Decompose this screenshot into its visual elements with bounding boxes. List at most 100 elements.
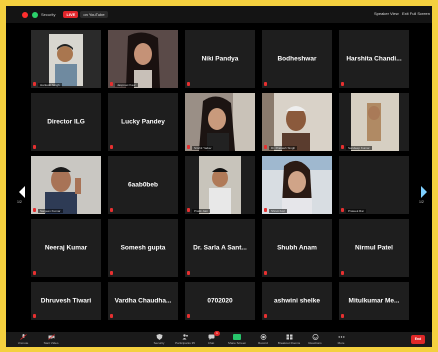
chat-button[interactable]: 1 Chat [198,331,224,347]
muted-mic-icon [264,314,267,318]
participant-name: Somesh gupta [120,244,166,252]
muted-mic-icon [264,82,267,86]
participant-video [185,93,255,151]
participant-tile[interactable]: Harkesh Singh [31,30,101,88]
share-screen-button[interactable]: Share Screen [224,332,250,347]
page-indicator-left: 1/2 [17,200,22,204]
shield-icon [156,334,162,340]
participant-tile[interactable]: Lucky Pandey [108,93,178,151]
next-page-icon[interactable] [421,186,427,198]
participant-name: Harshita Chandi... [346,55,402,63]
participant-caption: Prateek Rai [346,209,366,213]
reactions-button[interactable]: Reactions [302,332,328,347]
participant-tile[interactable]: Pratik Jain [185,156,255,214]
participant-caption: Pratik Jain [192,209,211,213]
unmute-button[interactable]: Unmute [10,332,36,347]
end-meeting-button[interactable]: End [411,335,425,344]
participants-count: 35 [191,341,195,345]
security-button[interactable]: Security [146,332,172,347]
participant-video [339,156,409,214]
participant-video [262,156,332,214]
participant-caption: Dr. Prakash Singh [269,146,298,150]
participant-name: Dr. Sarla A Sant... [193,244,247,252]
breakout-rooms-button[interactable]: Breakout Rooms [276,332,302,347]
top-bar: Security LIVE on YouTube Speaker View Ex… [6,6,432,23]
participant-name: Shubh Anam [277,244,317,252]
previous-page-icon[interactable] [19,186,25,198]
participant-name: Nirmul Patel [355,244,393,252]
participant-name: Vardha Chaudha... [114,297,172,305]
participant-tile[interactable]: Srishti Yadav [185,93,255,151]
smiley-icon [312,334,318,340]
muted-mic-icon [187,145,190,149]
participant-caption: Harkesh Singh [38,83,62,87]
participant-tile[interactable]: Shruti Kori [262,156,332,214]
participants-label: Participants 35 [175,341,195,345]
participant-tile[interactable]: Somesh gupta [108,219,178,277]
participant-tile[interactable]: Prateek Rai [339,156,409,214]
participant-tile[interactable]: Nirmul Patel [339,219,409,277]
muted-mic-icon [33,208,36,212]
participant-tile[interactable]: Jaspreet Kaur [108,30,178,88]
muted-mic-icon [110,271,113,275]
muted-mic-icon [187,208,190,212]
participant-name: ashwini shelke [274,297,320,305]
participants-button[interactable]: Participants 35 [172,332,198,347]
muted-mic-icon [110,208,113,212]
participant-tile[interactable]: Niki Pandya [185,30,255,88]
participant-caption: Jaspreet Kaur [115,83,138,87]
participant-tile[interactable]: Dhruvesh Tiwari [31,282,101,320]
breakout-rooms-icon [286,334,292,340]
meeting-controls-toolbar: Unmute Start Video Security Participants… [6,331,432,347]
microphone-muted-icon [19,334,27,340]
record-button[interactable]: Record [250,332,276,347]
more-button[interactable]: More [328,332,354,347]
muted-mic-icon [264,145,267,149]
live-on-youtube[interactable]: on YouTube [80,11,108,18]
participant-tile[interactable]: Sandeep Kumar [339,93,409,151]
muted-mic-icon [264,271,267,275]
muted-mic-icon [187,271,190,275]
participant-video [31,30,101,88]
participant-tile[interactable]: Harshita Chandi... [339,30,409,88]
participant-caption: Srishti Yadav [192,146,214,150]
participant-name: Neeraj Kumar [44,244,88,252]
participant-video [339,93,409,151]
participant-name: Lucky Pandey [121,118,165,126]
participant-tile[interactable]: Sanjeev Kumar [31,156,101,214]
participant-tile[interactable]: Dr. Sarla A Sant... [185,219,255,277]
participant-tile[interactable]: 0702020 [185,282,255,320]
security-shield-icon[interactable] [32,11,38,18]
participant-video [185,156,255,214]
zoom-window: Security LIVE on YouTube Speaker View Ex… [6,6,432,347]
participant-video [31,156,101,214]
security-label: Security [41,12,56,17]
participant-tile[interactable]: Director ILG [31,93,101,151]
participant-video [108,30,178,88]
muted-mic-icon [187,82,190,86]
participant-caption: Sandeep Kumar [346,146,372,150]
muted-mic-icon [341,314,344,318]
speaker-view-button[interactable]: Speaker View [374,11,399,16]
muted-mic-icon [341,82,344,86]
participant-tile[interactable]: 6aab0beb [108,156,178,214]
participant-name: Bodheshwar [277,55,317,63]
live-badge: LIVE [63,11,79,18]
muted-mic-icon [33,82,36,86]
participant-tile[interactable]: Neeraj Kumar [31,219,101,277]
participant-tile[interactable]: Shubh Anam [262,219,332,277]
muted-mic-icon [264,208,267,212]
participant-tile[interactable]: Vardha Chaudha... [108,282,178,320]
participant-video [262,93,332,151]
exit-full-screen-button[interactable]: Exit Full Screen [402,11,430,16]
gallery-grid: Harkesh Singh Jaspreet Kaur Niki Pandya … [31,30,409,320]
start-video-button[interactable]: Start Video [38,332,64,347]
participant-tile[interactable]: Mitulkumar Me... [339,282,409,320]
participant-tile[interactable]: ashwini shelke [262,282,332,320]
participant-tile[interactable]: Bodheshwar [262,30,332,88]
participant-name: 6aab0beb [128,181,158,189]
active-speaker-tile[interactable]: Dr. Prakash Singh [262,93,332,151]
record-indicator-icon [22,11,28,18]
muted-mic-icon [187,314,190,318]
muted-mic-icon [341,271,344,275]
